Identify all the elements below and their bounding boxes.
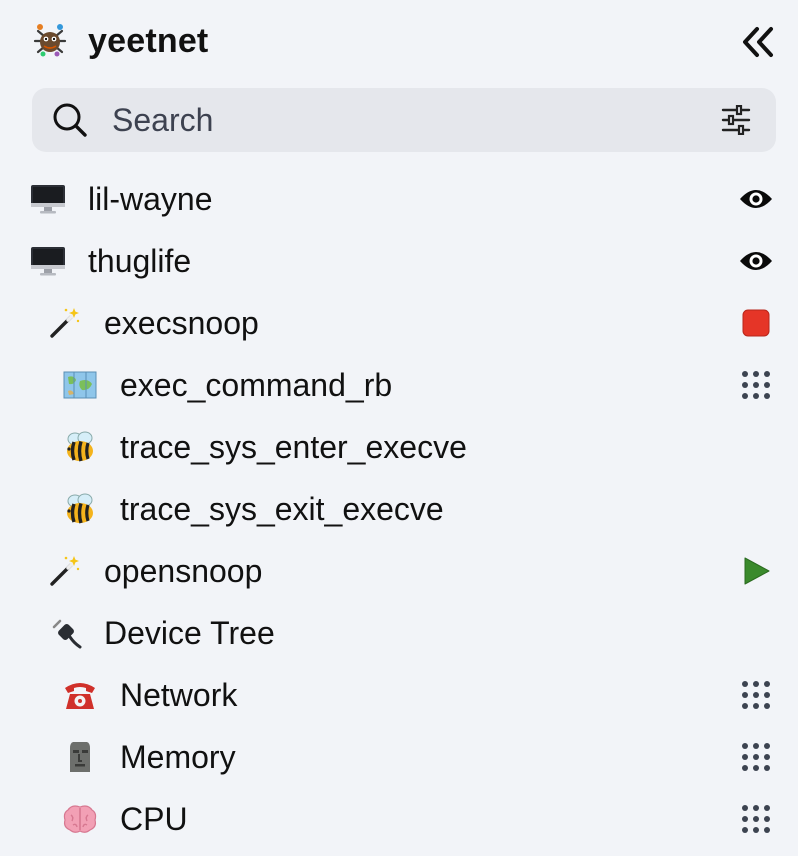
drag-handle-icon (742, 743, 770, 771)
search-bar (32, 88, 776, 152)
toggle-visibility-button[interactable] (738, 243, 774, 279)
computer-icon (28, 179, 68, 219)
tree-item-cpu[interactable]: CPU (0, 788, 798, 850)
tree-item-trace-sys-enter-execve[interactable]: trace_sys_enter_execve (0, 416, 798, 478)
resource-tree: lil-wayne thuglife execsnoop exec_comman… (0, 168, 798, 850)
sliders-icon (721, 105, 751, 135)
tree-item-exec-command-rb[interactable]: exec_command_rb (0, 354, 798, 416)
play-icon (744, 557, 770, 585)
sidebar: yeetnet Search lil-wayne thuglife execsn… (0, 0, 798, 856)
tree-item-label: CPU (120, 801, 188, 837)
tree-item-label: Memory (120, 739, 236, 775)
tree-item-device-tree[interactable]: Device Tree (0, 602, 798, 664)
tree-item-label: Device Tree (104, 615, 275, 651)
tree-item-label: trace_sys_enter_execve (120, 429, 467, 465)
drag-handle[interactable] (738, 677, 774, 713)
sidebar-header: yeetnet (30, 16, 780, 66)
tree-item-label: execsnoop (104, 305, 259, 341)
tree-item-label: lil-wayne (88, 181, 213, 217)
stop-button[interactable] (738, 305, 774, 341)
plug-icon (44, 613, 84, 653)
toggle-visibility-button[interactable] (738, 181, 774, 217)
moai-icon (60, 737, 100, 777)
search-input[interactable] (112, 101, 672, 139)
tree-item-label: Network (120, 677, 238, 713)
tree-item-network[interactable]: Network (0, 664, 798, 726)
tree-item-trace-sys-exit-execve[interactable]: trace_sys_exit_execve (0, 478, 798, 540)
tree-item-opensnoop[interactable]: opensnoop (0, 540, 798, 602)
tree-item-label: exec_command_rb (120, 367, 393, 403)
drag-handle[interactable] (738, 739, 774, 775)
drag-handle-icon (742, 805, 770, 833)
magic-wand-icon (44, 303, 84, 343)
collapse-sidebar-button[interactable] (738, 22, 778, 62)
tree-item-memory[interactable]: Memory (0, 726, 798, 788)
tree-item-execsnoop[interactable]: execsnoop (0, 292, 798, 354)
search-icon (50, 100, 90, 140)
drag-handle-icon (742, 681, 770, 709)
tree-item-lil-wayne[interactable]: lil-wayne (0, 168, 798, 230)
drag-handle-icon (742, 371, 770, 399)
eye-icon (740, 252, 772, 270)
bee-icon (60, 489, 100, 529)
magic-wand-icon (44, 551, 84, 591)
tree-item-thuglife[interactable]: thuglife (0, 230, 798, 292)
tree-item-label: opensnoop (104, 553, 263, 589)
spider-bug-logo (30, 21, 70, 61)
bee-icon (60, 427, 100, 467)
tree-item-label: trace_sys_exit_execve (120, 491, 444, 527)
brain-icon (60, 799, 100, 839)
double-chevron-left-icon (743, 27, 773, 57)
filter-button[interactable] (718, 102, 754, 138)
tree-item-label: thuglife (88, 243, 192, 279)
drag-handle[interactable] (738, 367, 774, 403)
eye-icon (740, 190, 772, 208)
telephone-icon (60, 675, 100, 715)
play-button[interactable] (738, 553, 774, 589)
stop-icon (742, 309, 770, 337)
computer-icon (28, 241, 68, 281)
app-title: yeetnet (88, 21, 209, 60)
drag-handle[interactable] (738, 801, 774, 837)
map-icon (60, 365, 100, 405)
